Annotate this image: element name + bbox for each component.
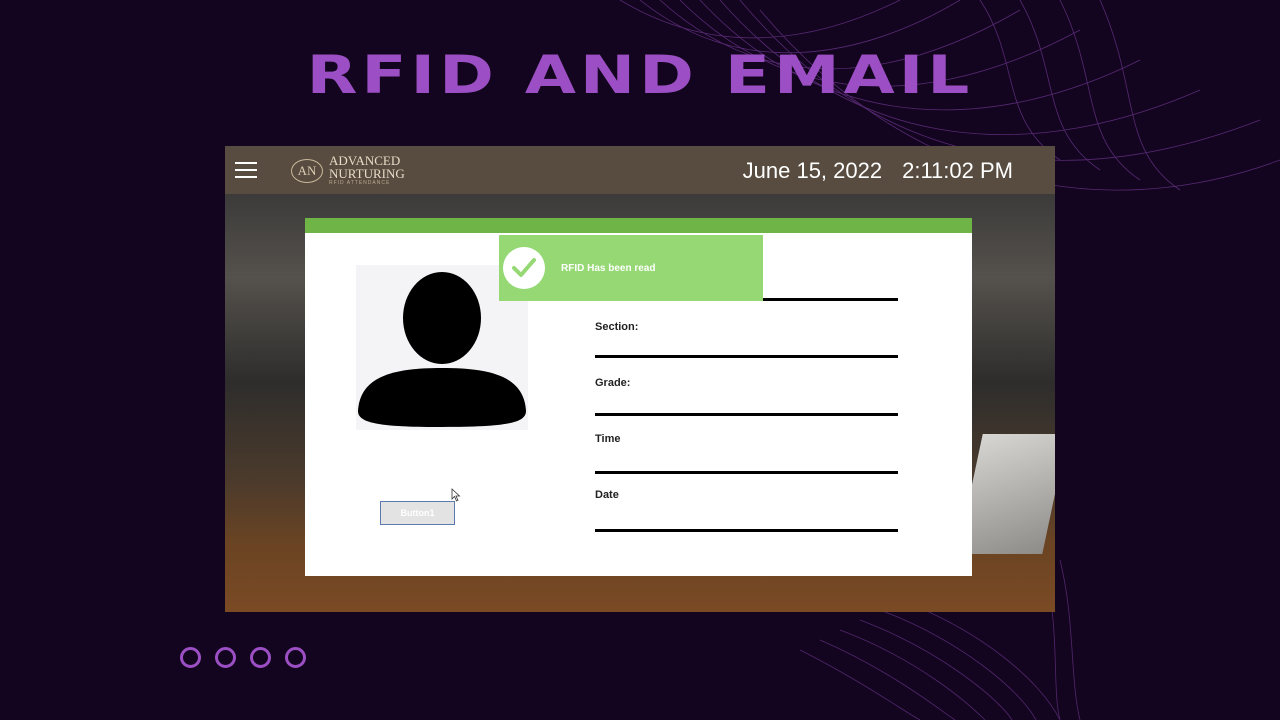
header-time: 2:11:02 PM <box>902 158 1013 183</box>
field-line-grade[interactable] <box>595 413 898 416</box>
field-label-time: Time <box>595 433 621 445</box>
header-datetime: June 15, 2022 2:11:02 PM <box>743 158 1013 184</box>
brand-logo: AN ADVANCED NURTURING RFID ATTENDANCE <box>291 154 405 187</box>
logo-line-2: NURTURING <box>329 166 405 181</box>
student-card: Section: Grade: Time Date Button1 RFID H… <box>305 218 972 576</box>
pagination-dot[interactable] <box>215 647 236 668</box>
field-label-grade: Grade: <box>595 377 631 389</box>
app-header: AN ADVANCED NURTURING RFID ATTENDANCE Ju… <box>225 146 1055 194</box>
pagination-dots <box>180 647 306 668</box>
rfid-toast: RFID Has been read <box>499 235 763 301</box>
header-date: June 15, 2022 <box>742 158 883 183</box>
logo-mark: AN <box>291 158 323 183</box>
checkmark-icon <box>503 247 545 289</box>
field-line-time[interactable] <box>595 471 898 474</box>
app-window: AN ADVANCED NURTURING RFID ATTENDANCE Ju… <box>225 146 1055 612</box>
slide-title: RFID AND EMAIL <box>306 44 974 106</box>
pagination-dot[interactable] <box>285 647 306 668</box>
toast-message: RFID Has been read <box>561 262 656 274</box>
pagination-dot[interactable] <box>250 647 271 668</box>
mouse-cursor-icon <box>451 488 461 502</box>
field-label-section: Section: <box>595 321 639 333</box>
button1[interactable]: Button1 <box>380 501 455 525</box>
field-line-date[interactable] <box>595 529 898 532</box>
field-label-date: Date <box>595 489 619 501</box>
field-line-section[interactable] <box>595 355 898 358</box>
logo-tagline: RFID ATTENDANCE <box>329 180 391 186</box>
hamburger-menu-icon[interactable] <box>235 159 257 181</box>
pagination-dot[interactable] <box>180 647 201 668</box>
card-accent-bar <box>305 218 972 233</box>
